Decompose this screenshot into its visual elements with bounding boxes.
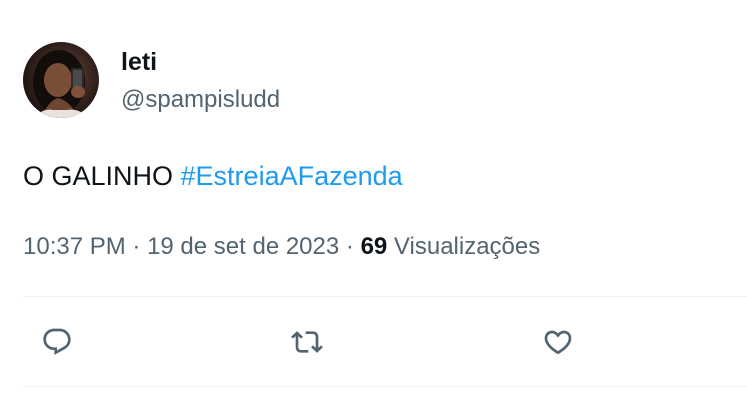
reply-button[interactable] bbox=[37, 322, 77, 362]
retweet-button[interactable] bbox=[287, 322, 327, 362]
tweet-time[interactable]: 10:37 PM bbox=[23, 233, 126, 260]
reply-icon bbox=[43, 328, 71, 355]
retweet-icon bbox=[291, 331, 323, 353]
tweet-text: O GALINHO #EstreiaAFazenda bbox=[23, 158, 403, 194]
avatar[interactable] bbox=[23, 42, 99, 118]
meta-separator: · bbox=[125, 233, 148, 260]
user-handle[interactable]: @spampisludd bbox=[121, 84, 280, 116]
display-name[interactable]: leti bbox=[121, 46, 157, 78]
tweet-metadata: 10:37 PM · 19 de set de 2023 · 69 Visual… bbox=[23, 231, 540, 263]
views-count: 69 bbox=[360, 233, 388, 260]
tweet-card: leti @spampisludd O GALINHO #EstreiaAFaz… bbox=[0, 0, 747, 420]
tweet-date[interactable]: 19 de set de 2023 bbox=[147, 233, 339, 260]
divider bbox=[23, 296, 747, 297]
hashtag-link[interactable]: #EstreiaAFazenda bbox=[181, 161, 403, 191]
like-button[interactable] bbox=[538, 322, 578, 362]
views-label: Visualizações bbox=[387, 233, 541, 260]
meta-separator: · bbox=[339, 233, 361, 260]
divider bbox=[23, 386, 747, 387]
like-icon bbox=[544, 330, 572, 355]
tweet-text-plain: O GALINHO bbox=[23, 161, 181, 191]
